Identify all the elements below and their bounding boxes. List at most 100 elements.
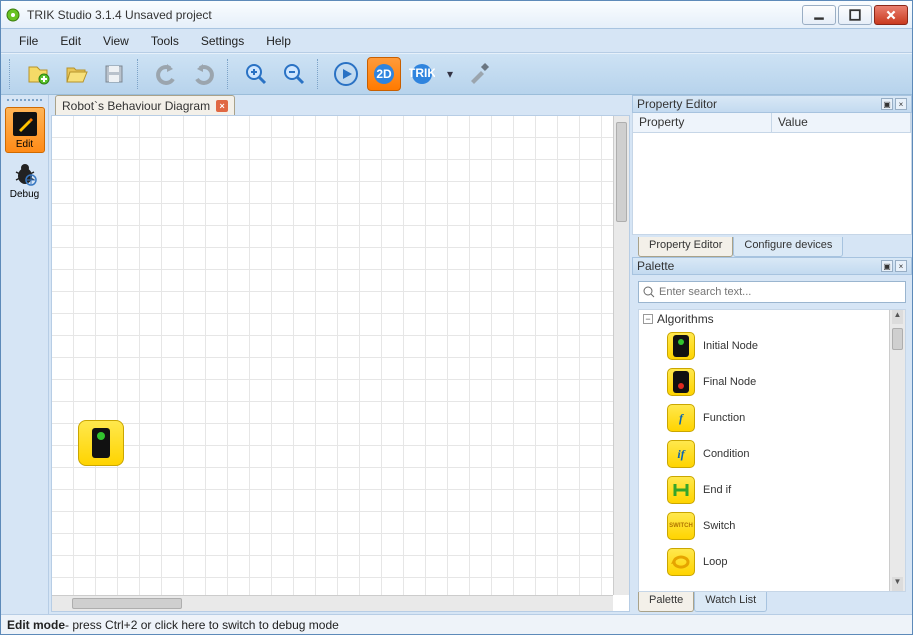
menu-file[interactable]: File [9,32,48,50]
debug-mode-label: Debug [6,189,44,200]
document-tabs: Robot`s Behaviour Diagram × [49,95,632,115]
diagram-tab[interactable]: Robot`s Behaviour Diagram × [55,95,235,115]
palette-item-final-node[interactable]: Final Node [639,364,889,400]
menu-settings[interactable]: Settings [191,32,254,50]
toolbar: 2D TRIK ▾ [1,53,912,95]
palette-item-label: Final Node [703,376,756,388]
pencil-icon [11,110,39,138]
toolbar-sep-3 [317,59,323,89]
palette-item-end-if[interactable]: End if [639,472,889,508]
menubar: File Edit View Tools Settings Help [1,29,912,53]
close-panel-icon[interactable]: × [895,98,907,110]
tab-configure-devices[interactable]: Configure devices [733,237,843,257]
loop-icon [667,548,695,576]
palette-item-label: Initial Node [703,340,758,352]
statusbar[interactable]: Edit mode - press Ctrl+2 or click here t… [1,614,912,634]
property-editor-title: Property Editor [637,97,717,111]
open-project-button[interactable] [59,57,93,91]
palette-titlebar[interactable]: Palette ▣ × [632,257,912,275]
mode-panel: Edit Debug [1,95,49,614]
v-scroll-thumb[interactable] [616,122,627,222]
robot-settings-button[interactable] [461,57,495,91]
traffic-light-icon [92,428,110,458]
new-project-button[interactable] [21,57,55,91]
palette-group-algorithms[interactable]: − Algorithms [639,310,889,328]
right-dock: Property Editor ▣ × Property Value Prope… [632,95,912,614]
edit-mode-label: Edit [6,139,44,150]
palette-item-switch[interactable]: SWITCH Switch [639,508,889,544]
robot-model-dropdown[interactable]: ▾ [443,57,457,91]
condition-icon: if [667,440,695,468]
tab-property-editor[interactable]: Property Editor [638,237,733,257]
close-tab-icon[interactable]: × [216,100,228,112]
palette-item-condition[interactable]: if Condition [639,436,889,472]
redo-button[interactable] [187,57,221,91]
menu-edit[interactable]: Edit [50,32,91,50]
edit-mode-button[interactable]: Edit [5,107,45,153]
property-table-body[interactable] [632,133,912,235]
zoom-out-button[interactable] [277,57,311,91]
property-editor-panel: Property Editor ▣ × Property Value Prope… [632,95,912,257]
palette-search-input[interactable] [659,286,901,298]
value-column-header[interactable]: Value [772,113,911,132]
svg-text:TRIK: TRIK [409,66,435,80]
close-panel-icon[interactable]: × [895,260,907,272]
palette-item-label: Loop [703,556,727,568]
maximize-button[interactable] [838,5,872,25]
palette-item-label: End if [703,484,731,496]
diagram-tab-label: Robot`s Behaviour Diagram [62,99,210,113]
palette-tree: − Algorithms Initial Node Final Node [638,309,906,592]
status-mode: Edit mode [7,618,65,632]
menu-view[interactable]: View [93,32,139,50]
canvas-grid [52,116,613,595]
tab-watch-list[interactable]: Watch List [694,592,767,612]
save-button[interactable] [97,57,131,91]
palette-item-label: Condition [703,448,749,460]
diagram-canvas[interactable] [51,115,630,612]
end-if-icon [667,476,695,504]
palette-item-label: Switch [703,520,735,532]
property-editor-titlebar[interactable]: Property Editor ▣ × [632,95,912,113]
palette-item-loop[interactable]: Loop [639,544,889,580]
search-icon [643,286,655,298]
palette-item-initial-node[interactable]: Initial Node [639,328,889,364]
undock-icon[interactable]: ▣ [881,98,893,110]
palette-search[interactable] [638,281,906,303]
vertical-scrollbar[interactable] [613,116,629,595]
menu-tools[interactable]: Tools [141,32,189,50]
undock-icon[interactable]: ▣ [881,260,893,272]
menu-help[interactable]: Help [256,32,301,50]
debug-mode-button[interactable]: Debug [5,157,45,203]
h-scroll-thumb[interactable] [72,598,182,609]
trik-robot-button[interactable]: TRIK [405,57,439,91]
bug-icon [11,160,39,188]
initial-node-icon [667,332,695,360]
palette-scroll-thumb[interactable] [892,328,903,350]
palette-panel: Palette ▣ × − Algorithms [632,257,912,614]
initial-node-block[interactable] [78,420,124,466]
palette-scrollbar[interactable]: ▲ ▼ [889,310,905,591]
final-node-icon [667,368,695,396]
minimize-button[interactable] [802,5,836,25]
svg-text:2D: 2D [376,67,392,81]
app-window: TRIK Studio 3.1.4 Unsaved project File E… [0,0,913,635]
undo-button[interactable] [149,57,183,91]
run-button[interactable] [329,57,363,91]
2d-model-button[interactable]: 2D [367,57,401,91]
scroll-down-icon[interactable]: ▼ [892,577,903,591]
zoom-in-button[interactable] [239,57,273,91]
titlebar[interactable]: TRIK Studio 3.1.4 Unsaved project [1,1,912,29]
toolbar-grip[interactable] [9,59,15,89]
collapse-icon[interactable]: − [643,314,653,324]
switch-icon: SWITCH [667,512,695,540]
scroll-up-icon[interactable]: ▲ [892,310,903,324]
palette-item-function[interactable]: f Function [639,400,889,436]
property-column-header[interactable]: Property [633,113,772,132]
property-columns: Property Value [632,113,912,133]
horizontal-scrollbar[interactable] [52,595,613,611]
tab-palette[interactable]: Palette [638,592,694,612]
toolbar-sep-1 [137,59,143,89]
status-hint: - press Ctrl+2 or click here to switch t… [65,618,339,632]
close-button[interactable] [874,5,908,25]
toolbar-sep-2 [227,59,233,89]
